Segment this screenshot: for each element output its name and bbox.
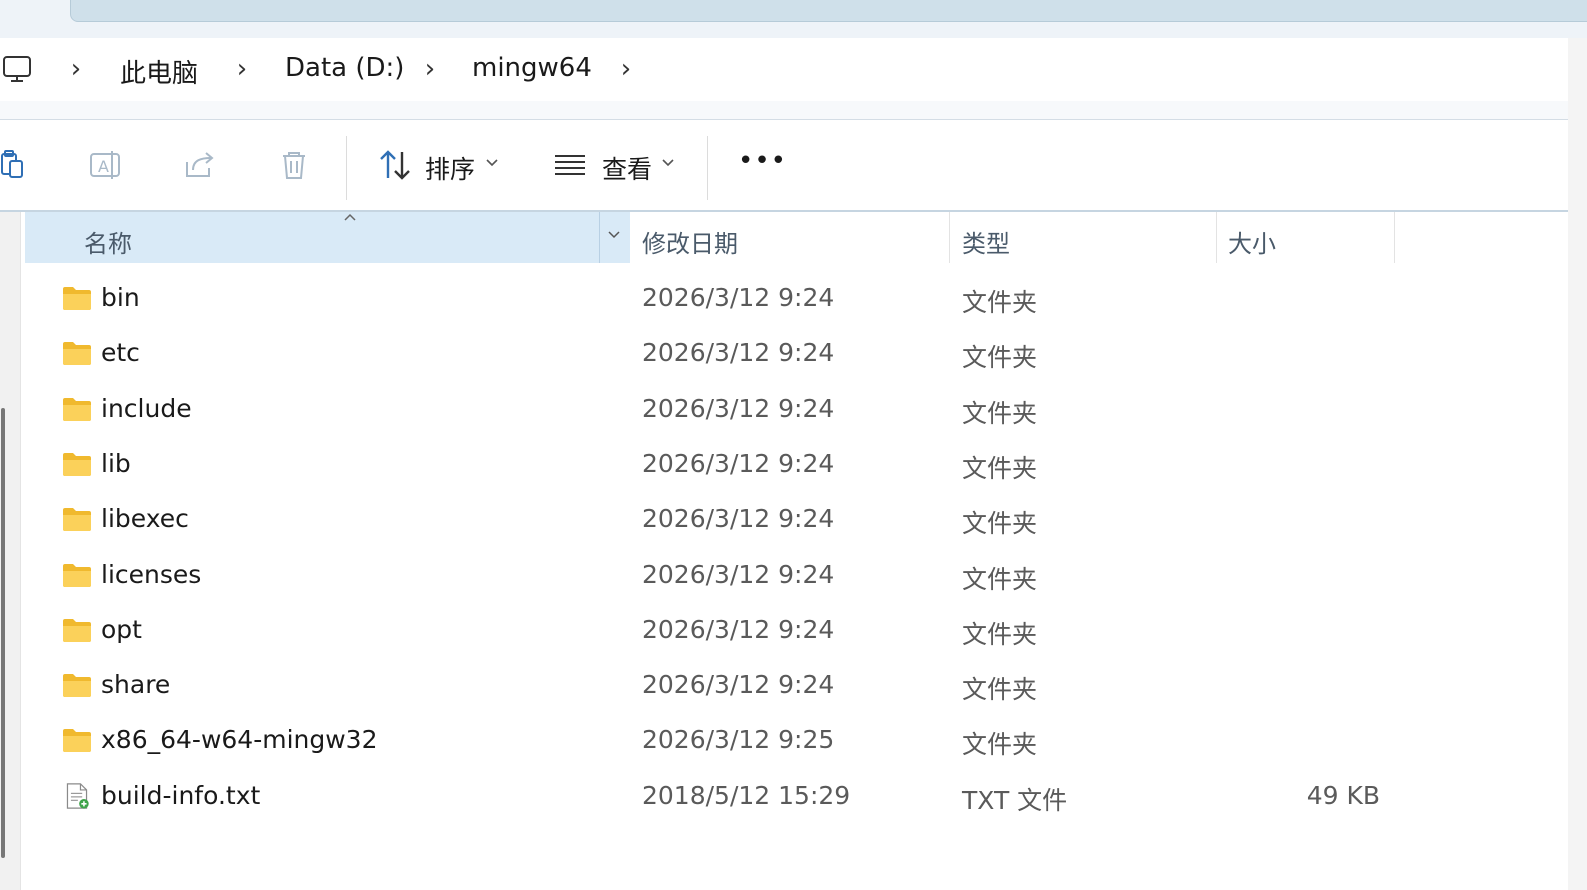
file-row[interactable]: libexec 2026/3/12 9:24 文件夹 bbox=[25, 493, 1568, 548]
file-name[interactable]: include bbox=[101, 394, 192, 423]
folder-icon bbox=[62, 672, 92, 698]
file-row[interactable]: include 2026/3/12 9:24 文件夹 bbox=[25, 383, 1568, 438]
file-type: 文件夹 bbox=[962, 343, 1038, 373]
paste-icon[interactable] bbox=[0, 148, 34, 182]
file-type: 文件夹 bbox=[962, 564, 1038, 594]
delete-icon[interactable] bbox=[277, 148, 311, 182]
column-name-label[interactable]: 名称 bbox=[84, 224, 132, 259]
file-modified-date: 2026/3/12 9:25 bbox=[642, 725, 835, 755]
navigation-scrollbar[interactable] bbox=[1, 408, 5, 858]
folder-icon bbox=[62, 506, 92, 532]
file-type: 文件夹 bbox=[962, 453, 1038, 483]
share-icon[interactable] bbox=[183, 148, 217, 182]
chevron-right-icon[interactable]: › bbox=[232, 54, 252, 84]
column-divider[interactable] bbox=[1216, 212, 1217, 263]
sort-ascending-icon bbox=[344, 213, 356, 221]
column-divider[interactable] bbox=[599, 212, 600, 263]
sort-button[interactable]: 排序 bbox=[425, 150, 475, 186]
rename-icon[interactable]: A bbox=[88, 148, 122, 182]
folder-icon bbox=[62, 396, 92, 422]
address-bar-field[interactable]: › 此电脑 › Data (D:) › mingw64 › bbox=[0, 38, 1568, 101]
folder-icon bbox=[62, 727, 92, 753]
chevron-right-icon[interactable]: › bbox=[66, 54, 86, 84]
folder-icon bbox=[62, 285, 92, 311]
file-modified-date: 2026/3/12 9:24 bbox=[642, 504, 835, 534]
file-name[interactable]: licenses bbox=[101, 560, 201, 589]
column-divider[interactable] bbox=[1394, 212, 1395, 263]
file-row[interactable]: etc 2026/3/12 9:24 文件夹 bbox=[25, 327, 1568, 382]
folder-icon bbox=[62, 617, 92, 643]
window-right-edge bbox=[1568, 38, 1587, 890]
chevron-right-icon[interactable]: › bbox=[420, 54, 440, 84]
file-type: TXT 文件 bbox=[962, 785, 1068, 815]
file-type: 文件夹 bbox=[962, 619, 1038, 649]
folder-icon bbox=[62, 562, 92, 588]
text-file-icon bbox=[62, 782, 92, 809]
chevron-down-icon[interactable] bbox=[661, 158, 675, 168]
file-name[interactable]: bin bbox=[101, 283, 140, 312]
svg-text:A: A bbox=[98, 157, 109, 176]
sort-icon[interactable] bbox=[378, 148, 412, 182]
file-name[interactable]: libexec bbox=[101, 504, 189, 533]
file-row[interactable]: bin 2026/3/12 9:24 文件夹 bbox=[25, 272, 1568, 327]
file-type: 文件夹 bbox=[962, 288, 1038, 317]
address-bar: › 此电脑 › Data (D:) › mingw64 › bbox=[0, 38, 1587, 121]
folder-icon bbox=[62, 451, 92, 477]
file-modified-date: 2018/5/12 15:29 bbox=[642, 780, 851, 810]
file-modified-date: 2026/3/12 9:24 bbox=[642, 338, 835, 368]
column-header: 名称 修改日期 类型 大小 bbox=[25, 212, 1568, 263]
file-row[interactable]: opt 2026/3/12 9:24 文件夹 bbox=[25, 604, 1568, 659]
file-size: 49 KB bbox=[1306, 780, 1380, 810]
more-options-button[interactable]: ••• bbox=[738, 146, 787, 176]
file-type: 文件夹 bbox=[962, 730, 1038, 760]
file-row[interactable]: licenses 2026/3/12 9:24 文件夹 bbox=[25, 549, 1568, 604]
file-row[interactable]: share 2026/3/12 9:24 文件夹 bbox=[25, 659, 1568, 714]
file-modified-date: 2026/3/12 9:24 bbox=[642, 670, 835, 700]
file-name[interactable]: etc bbox=[101, 338, 140, 367]
breadcrumb-mingw64[interactable]: mingw64 bbox=[472, 53, 592, 83]
chevron-right-icon[interactable]: › bbox=[616, 54, 636, 84]
file-modified-date: 2026/3/12 9:24 bbox=[642, 559, 835, 589]
file-row[interactable]: lib 2026/3/12 9:24 文件夹 bbox=[25, 438, 1568, 493]
command-bar: A 排序 查看 ••• bbox=[0, 120, 1568, 212]
column-divider[interactable] bbox=[949, 212, 950, 263]
chevron-down-icon[interactable] bbox=[485, 158, 499, 168]
folder-icon bbox=[62, 340, 92, 366]
file-type: 文件夹 bbox=[962, 675, 1038, 705]
active-tab[interactable] bbox=[70, 0, 1587, 22]
file-name[interactable]: opt bbox=[101, 615, 142, 644]
column-type-header[interactable]: 类型 bbox=[962, 224, 1010, 259]
file-type: 文件夹 bbox=[962, 398, 1038, 428]
file-modified-date: 2026/3/12 9:24 bbox=[642, 283, 835, 312]
view-icon[interactable] bbox=[553, 148, 587, 182]
tab-strip bbox=[0, 0, 1587, 38]
breadcrumb-data-drive[interactable]: Data (D:) bbox=[285, 53, 404, 83]
file-modified-date: 2026/3/12 9:24 bbox=[642, 614, 835, 644]
file-row[interactable]: x86_64-w64-mingw32 2026/3/12 9:25 文件夹 bbox=[25, 714, 1568, 769]
this-pc-icon[interactable] bbox=[2, 54, 32, 84]
toolbar-divider bbox=[707, 136, 708, 200]
file-name[interactable]: lib bbox=[101, 449, 131, 478]
file-row[interactable]: build-info.txt 2018/5/12 15:29 TXT 文件 49 KB bbox=[25, 770, 1568, 825]
file-modified-date: 2026/3/12 9:24 bbox=[642, 393, 835, 423]
chevron-down-icon[interactable] bbox=[607, 230, 621, 240]
toolbar-divider bbox=[346, 136, 347, 200]
file-name[interactable]: share bbox=[101, 670, 170, 699]
file-name[interactable]: build-info.txt bbox=[101, 781, 260, 810]
column-size-header[interactable]: 大小 bbox=[1228, 224, 1276, 259]
column-modified-header[interactable]: 修改日期 bbox=[642, 224, 738, 259]
breadcrumb-this-pc[interactable]: 此电脑 bbox=[120, 53, 198, 90]
file-modified-date: 2026/3/12 9:24 bbox=[642, 448, 835, 478]
file-type: 文件夹 bbox=[962, 509, 1038, 539]
view-button[interactable]: 查看 bbox=[602, 150, 652, 186]
file-name[interactable]: x86_64-w64-mingw32 bbox=[101, 725, 378, 754]
navigation-pane-edge bbox=[0, 212, 21, 890]
